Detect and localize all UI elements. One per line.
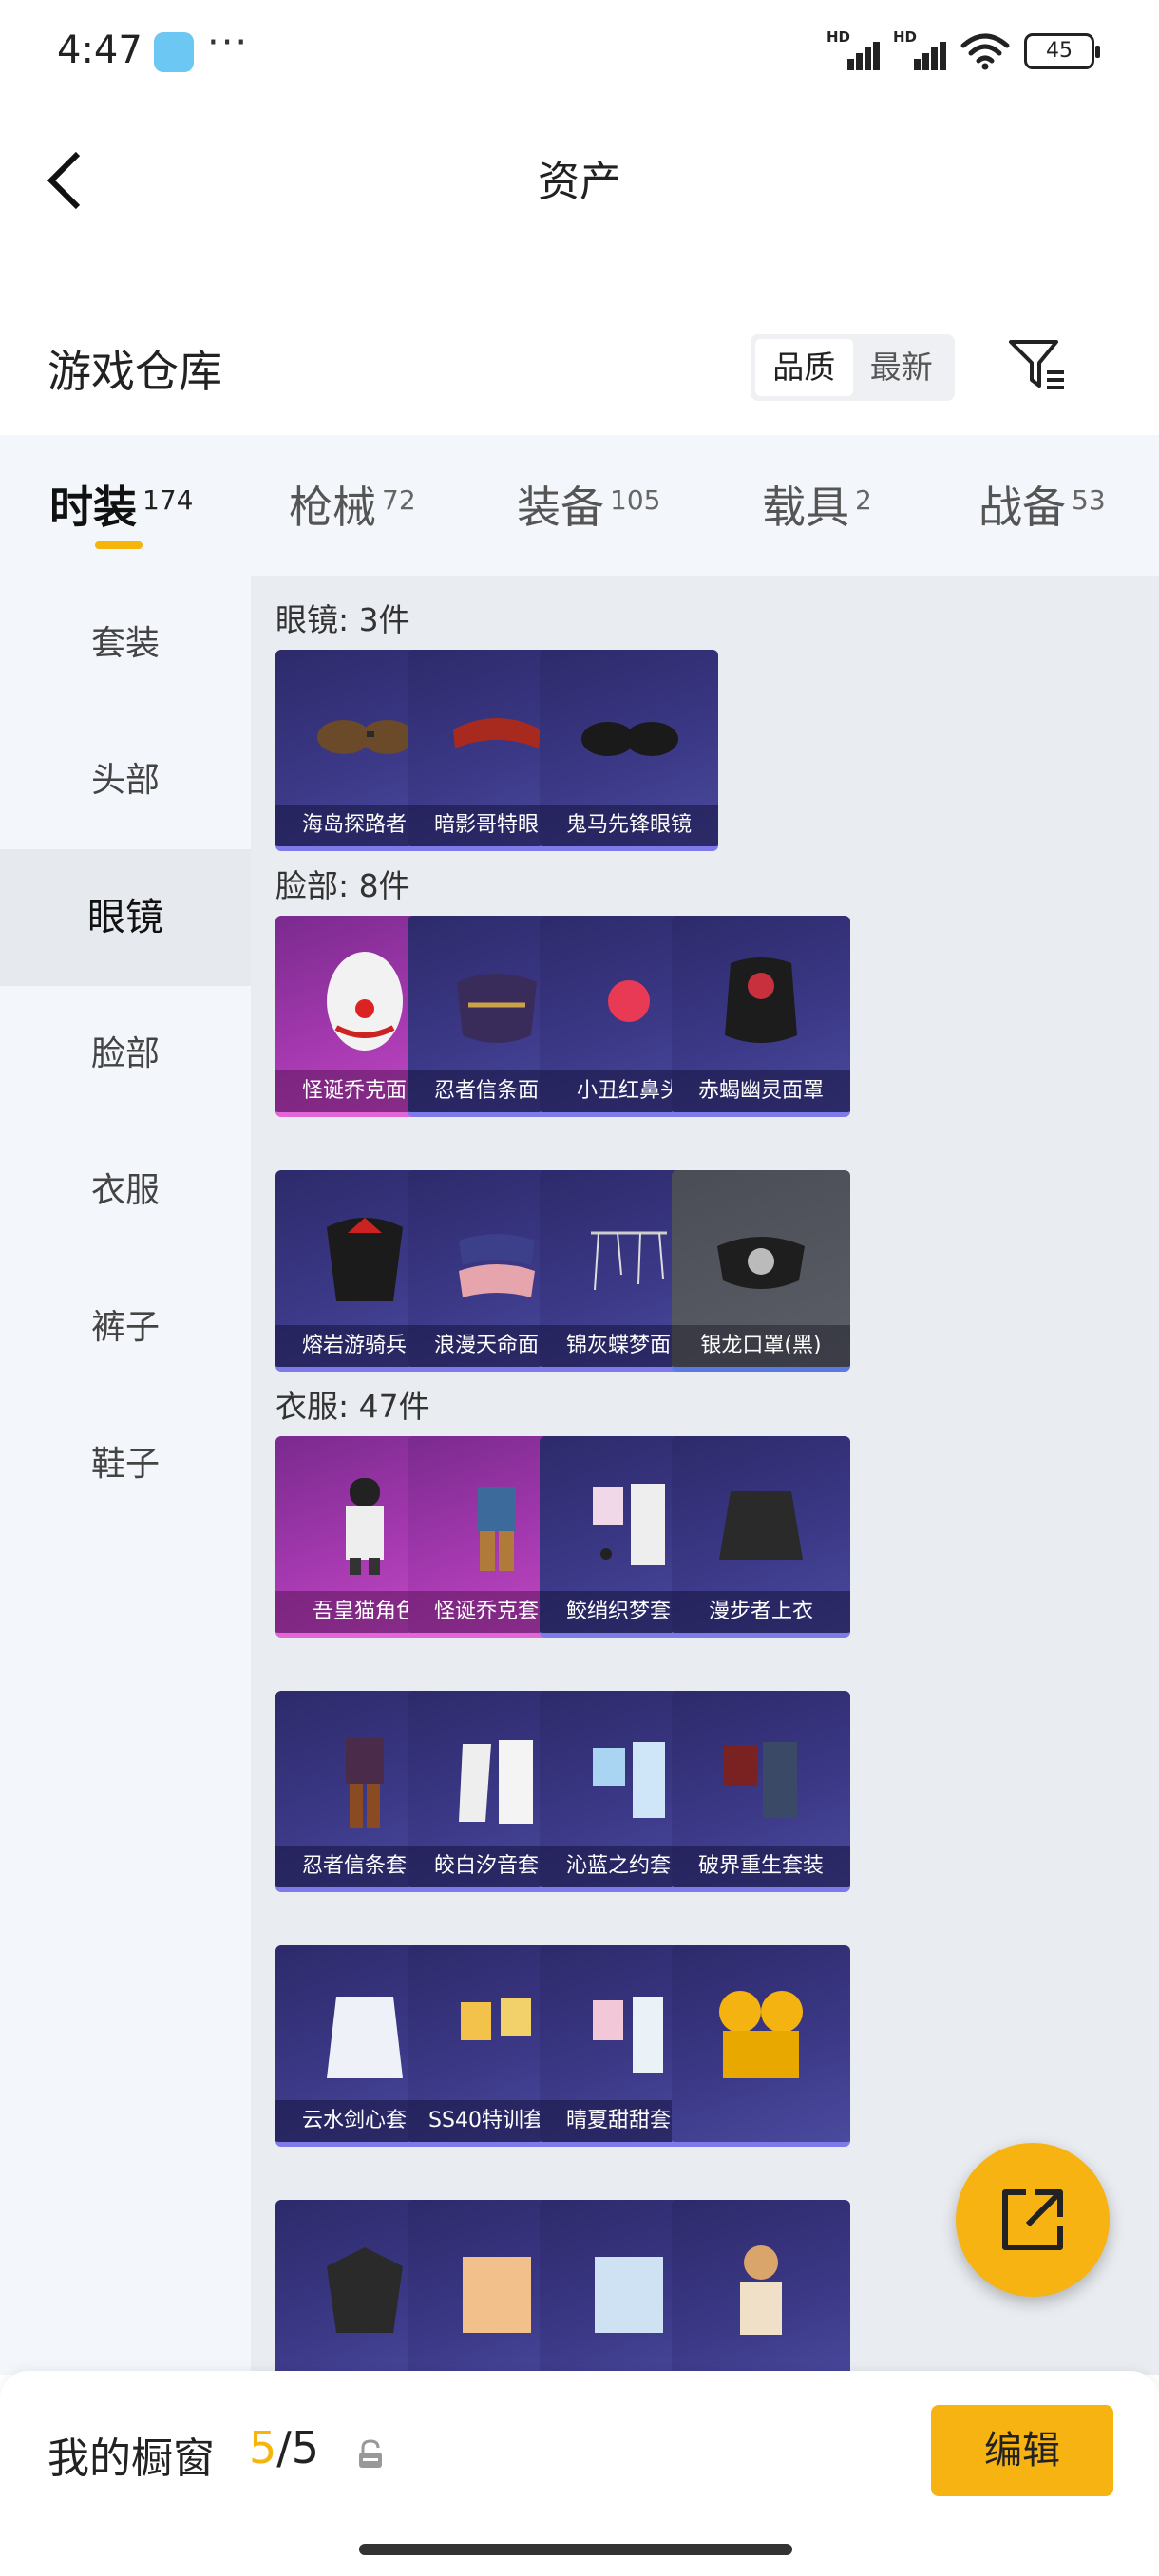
item-thumbnail <box>595 2257 663 2333</box>
item-thumbnail <box>581 722 678 756</box>
category-tabs: 时装 174 枪械 72 装备 105 载具 2 战备 53 <box>0 435 1159 576</box>
sort-by-newest[interactable]: 最新 <box>853 339 951 396</box>
item-thumbnail <box>459 1234 535 1297</box>
sidebar-item-outfits[interactable]: 套装 <box>0 576 251 712</box>
item-thumbnail <box>719 1491 803 1560</box>
item-card[interactable]: 破界重生套装 <box>672 1691 850 1892</box>
item-thumbnail <box>717 1237 805 1289</box>
edit-button[interactable]: 编辑 <box>931 2405 1113 2496</box>
item-grid: 眼镜: 3件 海岛探路者… 暗影哥特眼罩 鬼马先锋眼镜 脸部: 8件 怪诞乔克面具 忍者信条… <box>251 576 1159 2375</box>
item-name: 赤蝎幽灵面罩 <box>672 1070 850 1112</box>
item-thumbnail <box>327 1218 403 1301</box>
home-indicator[interactable] <box>359 2544 792 2555</box>
signal-icon: HD <box>826 28 880 70</box>
battery-icon: 45 <box>1024 33 1100 69</box>
sidebar-item-head[interactable]: 头部 <box>0 712 251 849</box>
showcase-label: 我的橱窗 <box>48 2434 215 2483</box>
item-thumbnail <box>317 720 414 754</box>
group-label: 脸部: 8件 <box>276 867 410 904</box>
status-time: 4:47 <box>57 28 142 72</box>
item-thumbnail <box>719 1991 803 2078</box>
group-label: 眼镜: 3件 <box>276 601 410 638</box>
item-thumbnail <box>725 957 797 1043</box>
share-button[interactable] <box>956 2143 1110 2297</box>
item-thumbnail <box>478 1487 516 1571</box>
sort-toggle: 品质 最新 <box>750 334 955 401</box>
tab-firearms[interactable]: 枪械 72 <box>289 473 416 536</box>
item-thumbnail <box>327 2247 403 2333</box>
item-name: 银龙口罩(黑) <box>672 1325 850 1367</box>
item-name: 鬼马先锋眼镜 <box>540 805 718 846</box>
sidebar-item-clothes[interactable]: 衣服 <box>0 1123 251 1260</box>
tab-supplies[interactable]: 战备 53 <box>978 473 1106 536</box>
item-thumbnail <box>463 2257 531 2333</box>
item-thumbnail <box>346 1738 384 1828</box>
tab-vehicles[interactable]: 载具 2 <box>762 473 872 536</box>
item-thumbnail <box>346 1478 384 1575</box>
wifi-icon <box>960 33 1010 70</box>
sidebar: 套装 头部 眼镜 脸部 衣服 裤子 鞋子 <box>0 576 251 2375</box>
share-icon <box>1002 2189 1063 2250</box>
tab-equipment[interactable]: 装备 105 <box>517 473 660 536</box>
item-thumbnail <box>723 1742 797 1818</box>
item-card[interactable]: 漫步者上衣 <box>672 1436 850 1638</box>
item-thumbnail <box>327 1997 403 2078</box>
tab-fashion[interactable]: 时装 174 <box>49 473 193 536</box>
item-thumbnail <box>459 1740 533 1824</box>
showcase-bar: 我的橱窗 5/5 编辑 <box>0 2371 1159 2576</box>
signal-icon: HD <box>893 28 946 70</box>
item-card[interactable]: 赤蝎幽灵面罩 <box>672 916 850 1117</box>
item-card[interactable] <box>672 2200 850 2375</box>
item-card[interactable] <box>672 1945 850 2147</box>
item-thumbnail <box>591 1231 667 1291</box>
sort-by-quality[interactable]: 品质 <box>755 339 853 396</box>
sidebar-item-pants[interactable]: 裤子 <box>0 1260 251 1396</box>
item-thumbnail <box>327 952 403 1051</box>
item-thumbnail <box>608 980 650 1022</box>
status-bar: 4:47 ··· HD HD 45 <box>0 0 1159 104</box>
filter-icon[interactable] <box>1007 336 1068 393</box>
item-card[interactable]: 银龙口罩(黑) <box>672 1170 850 1372</box>
item-thumbnail <box>457 974 537 1043</box>
more-notifications-icon: ··· <box>207 21 250 65</box>
group-label: 衣服: 47件 <box>276 1388 430 1425</box>
item-card[interactable]: 鬼马先锋眼镜 <box>540 650 718 851</box>
app-notification-icon <box>154 32 194 72</box>
active-tab-indicator <box>95 541 142 549</box>
sidebar-item-shoes[interactable]: 鞋子 <box>0 1396 251 1533</box>
item-thumbnail <box>740 2245 782 2335</box>
sidebar-item-glasses[interactable]: 眼镜 <box>0 849 251 986</box>
item-name: 漫步者上衣 <box>672 1591 850 1633</box>
item-thumbnail <box>593 1997 663 2073</box>
item-name: 破界重生套装 <box>672 1846 850 1887</box>
item-thumbnail <box>593 1484 665 1565</box>
item-thumbnail <box>461 1998 531 2040</box>
showcase-count: 5/5 <box>249 2422 320 2473</box>
item-thumbnail <box>453 718 541 748</box>
warehouse-title: 游戏仓库 <box>48 346 222 397</box>
sidebar-item-face[interactable]: 脸部 <box>0 986 251 1123</box>
page-title: 资产 <box>538 158 621 206</box>
item-thumbnail <box>593 1742 665 1818</box>
lock-icon <box>359 2439 382 2468</box>
